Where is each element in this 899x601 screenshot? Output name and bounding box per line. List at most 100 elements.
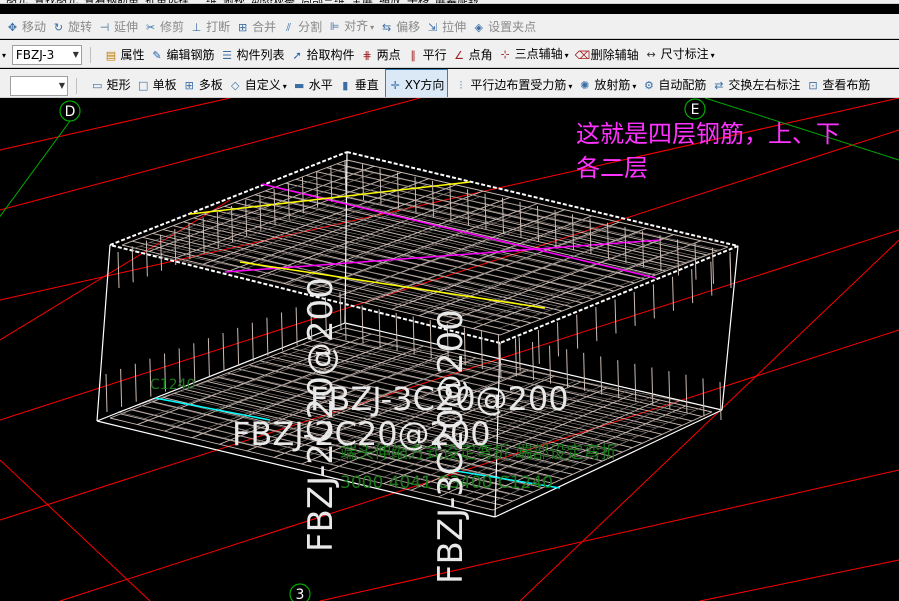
toolbar-move-button[interactable]: ✥ 移动 bbox=[6, 15, 46, 39]
view-toolbar-button[interactable]: 批量选择 bbox=[145, 0, 189, 3]
view-toolbar-button[interactable]: 查看钢筋量 bbox=[84, 0, 139, 3]
vertical-rebar bbox=[160, 234, 163, 271]
toolbar-button-label: 构件列表 bbox=[236, 48, 285, 62]
vertical-rebar bbox=[576, 314, 579, 349]
toolbar-split-button[interactable]: ⫽ 分割 bbox=[282, 15, 322, 39]
toolbar-custom-button[interactable]: ◇ 自定义 ▾ bbox=[229, 71, 287, 98]
toolbar-auto-rebar-button[interactable]: ⚙ 自动配筋 bbox=[642, 71, 706, 97]
layer-select[interactable]: ▼ bbox=[10, 75, 68, 96]
toolbar-parallel-button[interactable]: ∥ 平行 bbox=[407, 41, 446, 67]
dropdown-arrow-icon[interactable]: ▾ bbox=[0, 40, 6, 67]
view-toolbar-button[interactable]: 俯视 bbox=[223, 0, 245, 3]
vertical-rebar bbox=[518, 337, 521, 372]
vertical-rebar bbox=[273, 188, 276, 225]
view-toolbar-button[interactable]: 动态观察 bbox=[251, 0, 295, 3]
view-toolbar-button[interactable]: 全屏 bbox=[351, 0, 373, 3]
toolbar-swap-label-button[interactable]: ⇄ 交换左右标注 bbox=[712, 71, 800, 97]
vertical-rebar bbox=[685, 374, 688, 413]
toolbar-break-button[interactable]: ⊥ 打断 bbox=[190, 15, 230, 39]
view-toolbar-button[interactable]: 二维 bbox=[195, 0, 217, 3]
toolbar-button-label: 合并 bbox=[252, 19, 277, 34]
axis-label-e: E bbox=[691, 102, 700, 118]
rebar-dim-label: C1240 bbox=[150, 377, 195, 393]
vertical-rebar bbox=[589, 218, 592, 255]
vertical-rebar bbox=[449, 185, 452, 222]
toolbar-component-list-button[interactable]: ☰ 构件列表 bbox=[221, 41, 285, 67]
vertical-rebar bbox=[652, 284, 655, 319]
toolbar-properties-button[interactable]: ▤ 属性 bbox=[105, 41, 145, 67]
toolbar-two-points-button[interactable]: ⋕ 两点 bbox=[361, 41, 401, 67]
vertical-rebar bbox=[633, 291, 636, 326]
single-slab-icon: □ bbox=[137, 79, 149, 92]
toolbar-point-angle-button[interactable]: ∠ 点角 bbox=[453, 41, 492, 67]
rebar-label-vertical-fbzj2[interactable]: FBZJ-2C20@200 bbox=[301, 277, 341, 552]
vertical-rebar bbox=[266, 317, 269, 356]
properties-toolbar: ▾ FBZJ-3 ▼ ▤ 属性 ✎ 编辑钢筋 ☰ 构件列表 ➚ 拾取构件 ⋕ 两点 ∥ 平行 ∠ 点角 ⊹ 三点… bbox=[0, 40, 899, 68]
vertical-rebar bbox=[691, 269, 694, 304]
rebar-label-vertical-fbzj3[interactable]: FBZJ-3C20@200 bbox=[431, 309, 471, 584]
toolbar-button-label: 矩形 bbox=[106, 78, 131, 92]
vertical-rebar bbox=[583, 352, 586, 391]
toolbar-single-slab-button[interactable]: □ 单板 bbox=[137, 71, 177, 97]
toolbar-parallel-edge-button[interactable]: ⫶ 平行边布置受力筋 ▾ bbox=[454, 71, 572, 98]
draw-toolbar: ▼ ▭ 矩形 □ 单板 ⊞ 多板 ◇ 自定义 ▾ ▬ 水平 ▮ 垂直 ✛ XY方向 ⫶ 平行边布置受力筋 ▾ ✺ 放射… bbox=[0, 69, 899, 98]
toolbar-button-label: 旋转 bbox=[68, 19, 93, 34]
separator bbox=[75, 77, 77, 94]
component-select-value: FBZJ-3 bbox=[15, 48, 55, 62]
toolbar-offset-button[interactable]: ⇆ 偏移 bbox=[380, 15, 420, 39]
toolbar-horizontal-button[interactable]: ▬ 水平 bbox=[293, 71, 333, 97]
axis-marker-e[interactable]: E bbox=[684, 98, 706, 120]
chevron-down-icon: ▾ bbox=[564, 51, 569, 60]
auto-rebar-icon: ⚙ bbox=[643, 79, 654, 92]
toolbar-view-layout-button[interactable]: ⊡ 查看布筋 bbox=[806, 71, 871, 97]
vertical-rebar bbox=[537, 329, 540, 364]
toolbar-merge-button[interactable]: ⊞ 合并 bbox=[236, 15, 277, 39]
toolbar-vertical-button[interactable]: ▮ 垂直 bbox=[339, 71, 379, 97]
view-toolbar-button[interactable]: 局部三维 bbox=[301, 0, 345, 3]
view-toolbar-button[interactable]: 图元 bbox=[6, 0, 28, 3]
toolbar-button-label: 查看布筋 bbox=[822, 78, 871, 92]
vertical-rebar bbox=[484, 193, 487, 230]
annotation-line-1: 这就是四层钢筋，上、下 bbox=[576, 120, 840, 148]
stretch-icon: ⇲ bbox=[428, 20, 438, 34]
toolbar-button-label: 两点 bbox=[376, 48, 401, 62]
vertical-rebar bbox=[694, 243, 697, 280]
edit-rebar-icon: ✎ bbox=[152, 49, 162, 62]
toolbar-button-label: 单板 bbox=[152, 78, 177, 92]
toolbar-rectangle-button[interactable]: ▭ 矩形 bbox=[91, 71, 131, 97]
toolbar-stretch-button[interactable]: ⇲ 拉伸 bbox=[426, 15, 466, 39]
box-bottom-edge bbox=[494, 409, 723, 518]
annotation-line-2: 各二层 bbox=[576, 154, 648, 182]
axis-grid-line bbox=[0, 98, 231, 151]
component-select[interactable]: FBZJ-3 ▼ bbox=[11, 45, 82, 65]
view-toolbar-button[interactable]: 平移 bbox=[407, 0, 429, 3]
toolbar-button-label: 多板 bbox=[198, 78, 223, 92]
toolbar-xy-direction-button[interactable]: ✛ XY方向 bbox=[384, 69, 449, 97]
axis-label-d: D bbox=[65, 104, 76, 120]
view-toolbar-button[interactable]: 查找图元 bbox=[34, 0, 78, 3]
toolbar-extend-button[interactable]: ⊣ 延伸 bbox=[98, 15, 139, 39]
toolbar-multi-slab-button[interactable]: ⊞ 多板 bbox=[183, 71, 223, 97]
toolbar-three-point-axis-button[interactable]: ⊹ 三点辅轴 ▾ bbox=[499, 40, 569, 67]
toolbar-delete-axis-button[interactable]: ⌫删除辅轴 bbox=[575, 41, 639, 67]
toolbar-radial-button[interactable]: ✺ 放射筋 ▾ bbox=[578, 71, 636, 98]
axis-marker-3[interactable]: 3 bbox=[289, 583, 311, 601]
horizontal-icon: ▬ bbox=[294, 79, 305, 92]
view-toolbar-button[interactable]: 屏幕旋转 bbox=[435, 0, 479, 3]
toolbar-dimension-button[interactable]: ↔ 尺寸标注 ▾ bbox=[645, 40, 715, 67]
toolbar-button-label: 属性 bbox=[120, 48, 145, 62]
toolbar-trim-button[interactable]: ✂ 修剪 bbox=[144, 15, 184, 39]
toolbar-button-label: 延伸 bbox=[114, 19, 139, 34]
toolbar-rotate-button[interactable]: ↻ 旋转 bbox=[52, 15, 93, 39]
vertical-rebar bbox=[207, 338, 210, 377]
view-toolbar-button[interactable]: 缩放 bbox=[379, 0, 401, 3]
axis-marker-d[interactable]: D bbox=[59, 100, 81, 122]
view-toolbar: 图元 查找图元 查看钢筋量 批量选择 二维 俯视 动态观察 局部三维 全屏 缩放 平移 屏幕旋转 bbox=[0, 0, 899, 4]
axis-label-3: 3 bbox=[296, 587, 305, 601]
break-icon: ⊥ bbox=[191, 20, 202, 34]
vertical-rebar bbox=[729, 253, 732, 289]
toolbar-align-button[interactable]: ⊫ 对齐 ▾ bbox=[328, 14, 374, 38]
toolbar-edit-rebar-button[interactable]: ✎ 编辑钢筋 bbox=[151, 41, 214, 67]
toolbar-set-grip-button[interactable]: ◈ 设置夹点 bbox=[472, 15, 536, 39]
toolbar-pick-component-button[interactable]: ➚ 拾取构件 bbox=[291, 41, 354, 67]
